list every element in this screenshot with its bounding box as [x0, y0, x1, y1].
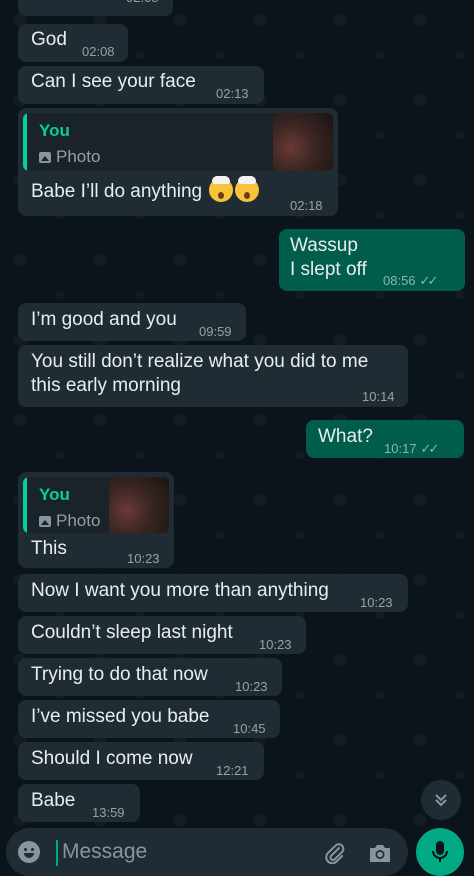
message-time: 10:23	[360, 595, 393, 610]
message-time: 10:23	[127, 551, 160, 566]
message-input[interactable]	[62, 840, 292, 864]
message-text-line: I slept off	[290, 259, 367, 280]
message-bubble[interactable]: You Photo This 10:23	[18, 472, 174, 568]
quote-author: You	[39, 485, 70, 504]
quote-bar	[23, 113, 27, 171]
message-text: What?	[318, 426, 373, 447]
message-time: 10:23	[235, 679, 268, 694]
message-text: God	[31, 29, 67, 50]
message-bubble[interactable]: You Photo Babe I’ll do anything 02:18	[18, 108, 338, 216]
message-text: I’m good and you	[31, 309, 177, 330]
message-bubble[interactable]: 02:08	[18, 0, 173, 16]
message-text: Babe I’ll do anything	[31, 176, 260, 204]
camera-icon[interactable]	[368, 842, 392, 864]
message-bubble[interactable]: Babe 13:59	[18, 784, 140, 822]
emoji-icon[interactable]	[18, 841, 40, 863]
quote-bar	[23, 477, 27, 533]
message-text: Babe	[31, 790, 76, 811]
quote-type: Photo	[39, 145, 100, 169]
message-text: This	[31, 538, 67, 559]
message-text: I’ve missed you babe	[31, 706, 210, 727]
message-bubble[interactable]: Now I want you more than anything 10:23	[18, 574, 408, 612]
exploding-head-emoji-icon	[209, 176, 234, 202]
quoted-message[interactable]: You Photo	[23, 477, 169, 533]
message-bubble[interactable]: I’ve missed you babe 10:45	[18, 700, 280, 738]
message-bubble[interactable]: Couldn’t sleep last night 10:23	[18, 616, 306, 654]
exploding-head-emoji-icon	[235, 176, 260, 202]
message-time: 02:13	[216, 86, 249, 101]
message-bubble-outgoing[interactable]: Wassup I slept off 08:56 ✓✓	[279, 229, 465, 291]
message-time: 10:23	[259, 637, 292, 652]
message-text: Can I see your face	[31, 71, 196, 92]
message-time: 02:18	[290, 198, 323, 213]
scroll-to-bottom-button[interactable]	[421, 780, 461, 820]
voice-message-button[interactable]	[416, 828, 464, 876]
message-bubble[interactable]: Can I see your face 02:13	[18, 66, 264, 104]
message-text-line: You still don’t realize what you did to …	[31, 351, 369, 372]
message-input-bar	[6, 828, 408, 876]
message-time: 02:08	[126, 0, 159, 10]
message-text: Couldn’t sleep last night	[31, 622, 233, 643]
message-time: 09:59	[199, 324, 232, 339]
message-bubble[interactable]: I’m good and you 09:59	[18, 303, 246, 341]
quote-type: Photo	[39, 509, 100, 533]
message-time: 08:56 ✓✓	[383, 273, 439, 288]
message-bubble-outgoing[interactable]: What? 10:17 ✓✓	[306, 420, 464, 458]
double-chevron-down-icon	[435, 794, 447, 807]
quote-author: You	[39, 121, 70, 140]
message-time: 10:14	[362, 389, 395, 404]
message-time: 02:08	[82, 44, 115, 59]
double-check-icon: ✓✓	[419, 273, 439, 288]
message-text: Now I want you more than anything	[31, 580, 329, 601]
photo-icon	[39, 516, 51, 527]
message-time: 12:21	[216, 763, 249, 778]
message-bubble[interactable]: God 02:08	[18, 24, 128, 62]
message-text: Trying to do that now	[31, 664, 208, 685]
message-time: 10:45	[233, 721, 266, 736]
text-cursor	[56, 840, 58, 866]
photo-icon	[39, 152, 51, 163]
message-time: 13:59	[92, 805, 125, 820]
microphone-icon	[432, 841, 448, 862]
paperclip-icon[interactable]	[324, 842, 346, 864]
message-text-line: this early morning	[31, 375, 181, 396]
message-time: 10:17 ✓✓	[384, 441, 440, 456]
message-text-line: Wassup	[290, 235, 358, 256]
quoted-photo-thumbnail	[273, 113, 333, 171]
quoted-photo-thumbnail	[109, 477, 169, 533]
message-bubble[interactable]: Should I come now 12:21	[18, 742, 264, 780]
message-bubble[interactable]: You still don’t realize what you did to …	[18, 345, 408, 407]
message-text: Should I come now	[31, 748, 193, 769]
quoted-message[interactable]: You Photo	[23, 113, 333, 171]
double-check-icon: ✓✓	[420, 441, 440, 456]
message-bubble[interactable]: Trying to do that now 10:23	[18, 658, 282, 696]
